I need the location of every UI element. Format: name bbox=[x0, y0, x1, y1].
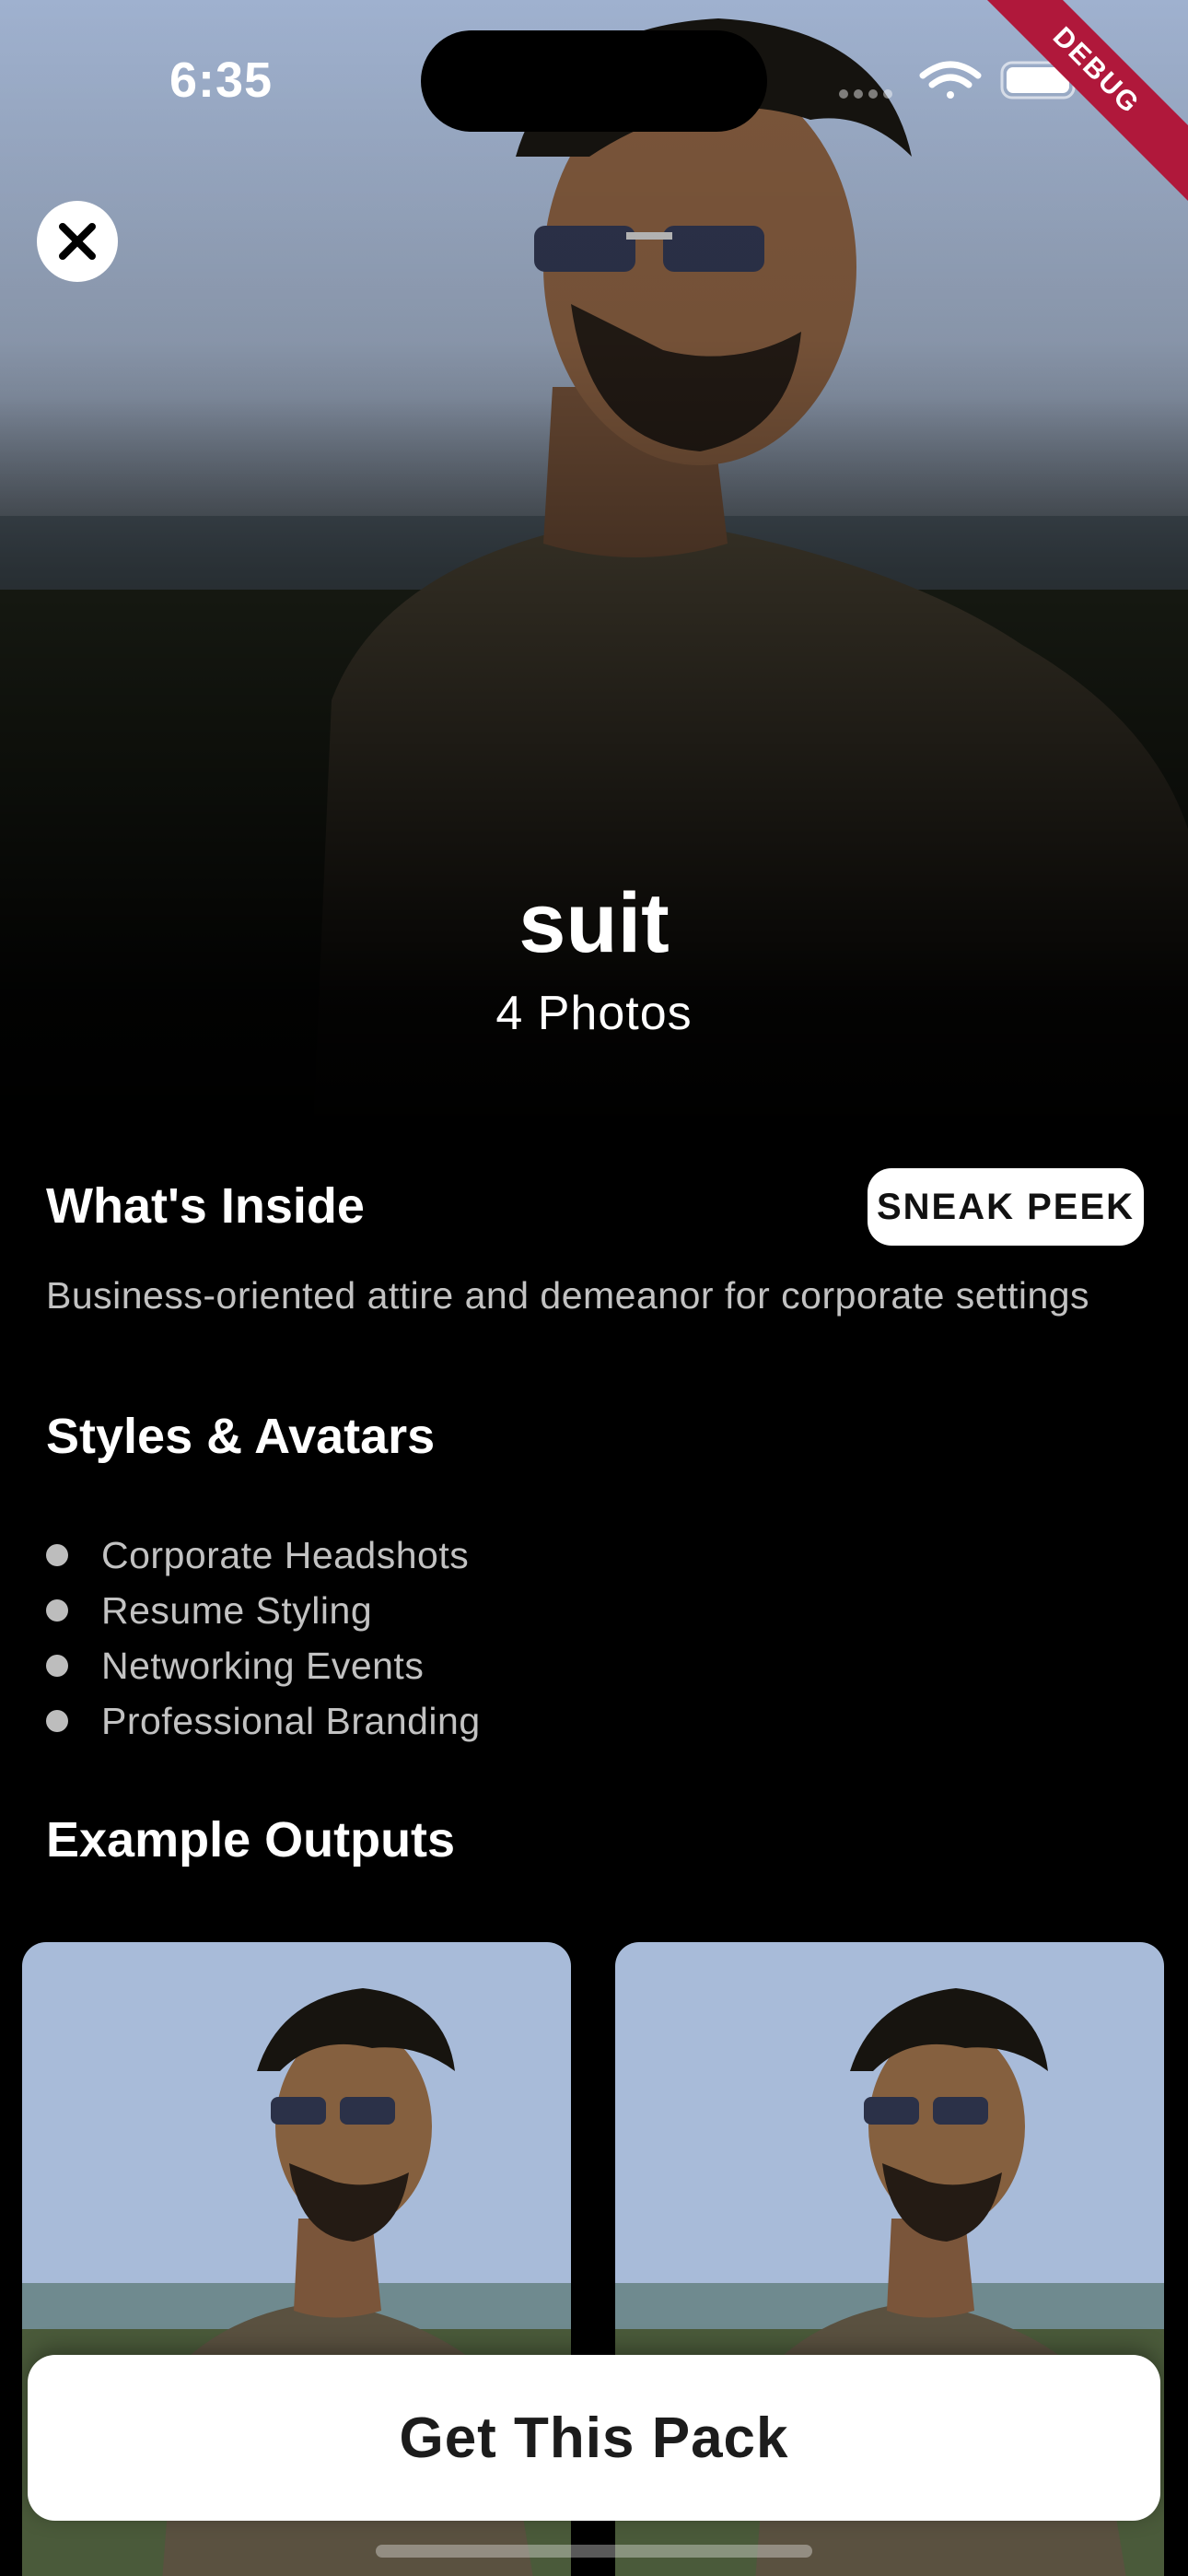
list-item: Networking Events bbox=[46, 1638, 481, 1693]
close-button[interactable] bbox=[37, 201, 118, 282]
pack-description: Business-oriented attire and demeanor fo… bbox=[46, 1274, 1090, 1317]
close-icon bbox=[59, 223, 96, 260]
status-time: 6:35 bbox=[169, 53, 274, 108]
bullet-icon bbox=[46, 1599, 68, 1622]
home-indicator bbox=[376, 2545, 812, 2558]
status-icons bbox=[838, 57, 1087, 103]
cellular-icon bbox=[839, 89, 892, 99]
photo-count: 4 Photos bbox=[495, 987, 693, 1040]
whats-inside-heading: What's Inside bbox=[46, 1178, 365, 1234]
bullet-icon bbox=[46, 1710, 68, 1732]
pack-title: suit bbox=[518, 876, 670, 970]
list-item: Professional Branding bbox=[46, 1693, 481, 1749]
styles-list: Corporate Headshots Resume Styling Netwo… bbox=[46, 1528, 481, 1749]
bullet-icon bbox=[46, 1544, 68, 1566]
list-item: Corporate Headshots bbox=[46, 1528, 481, 1583]
get-pack-button[interactable]: Get This Pack bbox=[28, 2355, 1160, 2521]
styles-heading: Styles & Avatars bbox=[46, 1409, 436, 1464]
list-item: Resume Styling bbox=[46, 1583, 481, 1638]
wifi-icon bbox=[919, 61, 982, 99]
bullet-icon bbox=[46, 1655, 68, 1677]
example-outputs-heading: Example Outputs bbox=[46, 1812, 456, 1868]
sneak-peek-button[interactable]: SNEAK PEEK bbox=[868, 1168, 1144, 1246]
dynamic-island bbox=[421, 30, 767, 132]
